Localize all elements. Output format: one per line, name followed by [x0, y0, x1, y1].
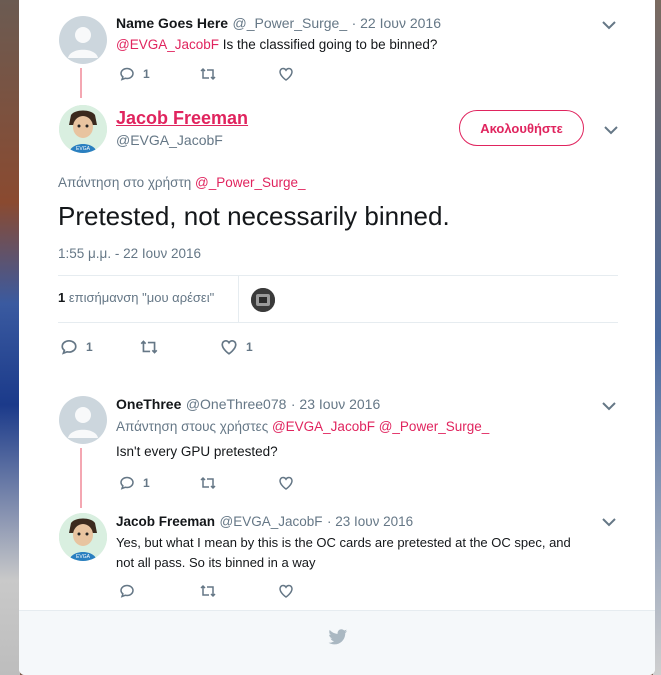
- main-tweet-author-name[interactable]: Jacob Freeman: [116, 108, 248, 128]
- like-button[interactable]: 1: [220, 338, 253, 356]
- retweet-button[interactable]: [199, 583, 217, 599]
- reply-icon: [120, 476, 134, 490]
- retweet-icon: [140, 340, 158, 354]
- avatar-badge-text: EVGA: [76, 554, 91, 560]
- tweet-author-handle[interactable]: @OneThree078: [186, 396, 287, 412]
- avatar-badge-text: EVGA: [76, 146, 91, 152]
- mention-link[interactable]: @_Power_Surge_: [379, 419, 490, 434]
- follow-button[interactable]: Ακολουθήστε: [459, 110, 584, 146]
- reply-button[interactable]: [119, 583, 135, 599]
- reply-icon: [61, 339, 77, 355]
- mention-link[interactable]: @EVGA_JacobF: [272, 419, 375, 434]
- default-avatar-icon: [68, 407, 98, 438]
- liker-avatar-image: [251, 288, 275, 312]
- chevron-down-icon[interactable]: [601, 517, 617, 527]
- tweet-timestamp[interactable]: 1:55 μ.μ. - 22 Ιουν 2016: [58, 246, 201, 261]
- avatar[interactable]: EVGA: [59, 105, 107, 153]
- likes-summary[interactable]: 1 επισήμανση "μου αρέσει": [58, 290, 214, 305]
- like-button[interactable]: [278, 583, 294, 599]
- chevron-down-icon[interactable]: [601, 401, 617, 411]
- tweet-author-name[interactable]: Name Goes Here: [116, 15, 228, 31]
- avatar[interactable]: EVGA: [59, 513, 107, 561]
- tweet-text-line: not all pass. So its binned in a way: [116, 555, 316, 570]
- default-avatar-icon: [68, 27, 98, 58]
- reply-icon: [120, 584, 134, 598]
- retweet-icon: [200, 584, 216, 598]
- tweet-text: Isn't every GPU pretested?: [116, 444, 278, 459]
- retweet-icon: [200, 67, 216, 81]
- avatar[interactable]: [59, 16, 107, 64]
- twitter-bird-icon[interactable]: [328, 629, 348, 646]
- tweet-author-name[interactable]: Jacob Freeman: [116, 514, 215, 529]
- thread-line: [80, 448, 82, 508]
- reply-count: 1: [86, 340, 93, 354]
- tweet-text-line: Yes, but what I mean by this is the OC c…: [116, 535, 571, 550]
- mention-link[interactable]: @_Power_Surge_: [195, 175, 306, 190]
- retweet-icon: [200, 476, 216, 490]
- stats-separator: [238, 276, 239, 322]
- reply-context-label: Απάντηση στο χρήστη: [58, 175, 196, 190]
- reply-button[interactable]: 1: [119, 66, 150, 82]
- reply-context: Απάντηση στο χρήστη @_Power_Surge_: [58, 175, 306, 190]
- tweet-author-name[interactable]: OneThree: [116, 396, 181, 412]
- reply-icon: [120, 67, 134, 81]
- tweet-author-handle[interactable]: @_Power_Surge_: [233, 15, 348, 31]
- retweet-button[interactable]: [139, 338, 159, 356]
- likes-label: επισήμανση "μου αρέσει": [65, 290, 215, 305]
- tweet-text: Yes, but what I mean by this is the OC c…: [116, 533, 571, 573]
- thread-line: [80, 68, 82, 98]
- tweet-text-body: Is the classified going to be binned?: [219, 37, 438, 52]
- card-footer: [19, 610, 655, 675]
- tweet-author-handle[interactable]: @EVGA_JacobF: [220, 514, 323, 529]
- tweet-text: @EVGA_JacobF Is the classified going to …: [116, 37, 437, 52]
- main-tweet-text: Pretested, not necessarily binned.: [58, 201, 450, 231]
- reply-context-label: Απάντηση στους χρήστες: [116, 419, 272, 434]
- main-tweet-author-handle[interactable]: @EVGA_JacobF: [116, 132, 223, 148]
- like-count: 1: [246, 340, 253, 354]
- user-avatar-image: EVGA: [59, 105, 107, 153]
- divider: [58, 322, 618, 323]
- tweet-date[interactable]: · 23 Ιουν 2016: [327, 514, 413, 529]
- heart-icon: [279, 584, 293, 598]
- tweet-thread-card: Name Goes Here @_Power_Surge_ · 22 Ιουν …: [19, 0, 655, 675]
- background-left: [0, 0, 20, 675]
- tweet-date[interactable]: · 22 Ιουν 2016: [352, 15, 441, 31]
- divider: [58, 275, 618, 276]
- reply-button[interactable]: 1: [119, 475, 150, 491]
- avatar[interactable]: [59, 396, 107, 444]
- reply-button[interactable]: 1: [60, 338, 93, 356]
- liker-avatar[interactable]: [251, 288, 275, 312]
- mention-link[interactable]: @EVGA_JacobF: [116, 37, 219, 52]
- heart-icon: [279, 476, 293, 490]
- reply-count: 1: [143, 476, 150, 490]
- chevron-down-icon[interactable]: [601, 20, 617, 30]
- user-avatar-image: EVGA: [59, 513, 107, 561]
- tweet-date[interactable]: · 23 Ιουν 2016: [291, 396, 380, 412]
- retweet-button[interactable]: [199, 66, 217, 82]
- heart-icon: [221, 339, 237, 355]
- reply-context: Απάντηση στους χρήστες @EVGA_JacobF @_Po…: [116, 419, 489, 434]
- like-button[interactable]: [278, 475, 294, 491]
- reply-count: 1: [143, 67, 150, 81]
- chevron-down-icon[interactable]: [603, 125, 619, 135]
- like-button[interactable]: [278, 66, 294, 82]
- retweet-button[interactable]: [199, 475, 217, 491]
- heart-icon: [279, 67, 293, 81]
